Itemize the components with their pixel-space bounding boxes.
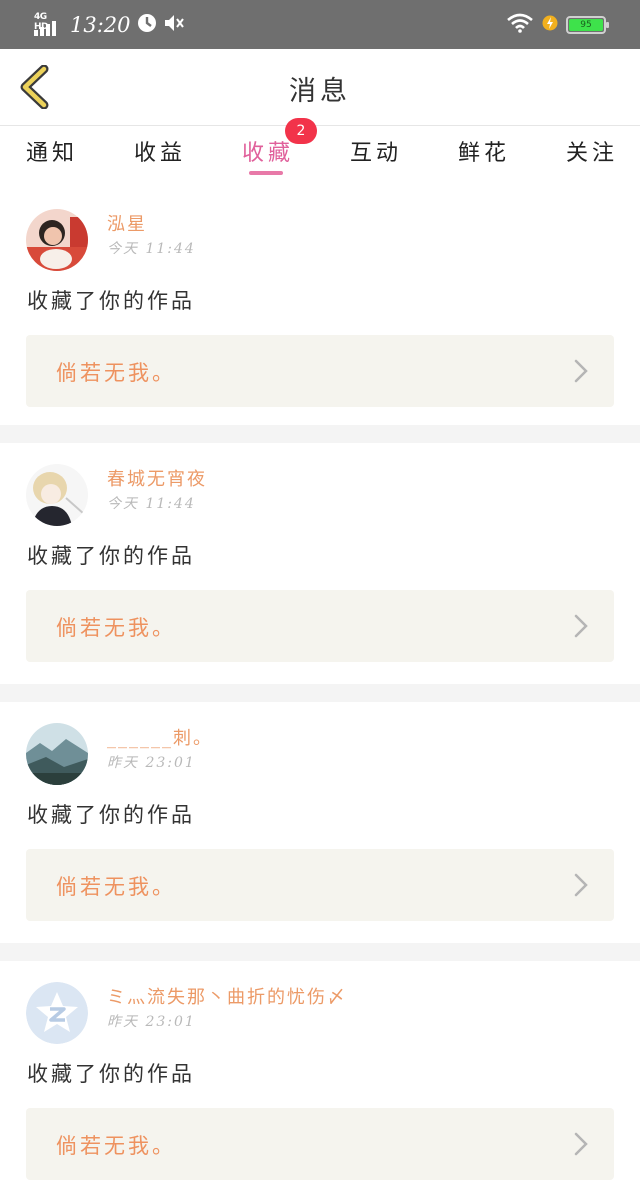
user-name[interactable]: 泓星 [107,210,147,236]
message-text: 收藏了你的作品 [27,289,195,313]
signal-icon: 4G HD [34,12,62,36]
message-item: 春城无宵夜 今天 11:44 收藏了你的作品 倘若无我。 [0,443,640,684]
avatar[interactable] [26,209,88,271]
tab-notifications[interactable]: 通知 [26,135,78,167]
clock: 13:20 [70,12,131,37]
divider [0,943,640,961]
avatar[interactable] [26,723,88,785]
work-title: 倘若无我。 [56,616,176,640]
message-text: 收藏了你的作品 [27,544,195,568]
message-item: ______刺。 昨天 23:01 收藏了你的作品 倘若无我。 [0,702,640,943]
battery-level: 95 [569,18,603,31]
tab-bar: 通知 收益 收藏 互动 鲜花 关注 [0,127,640,179]
work-title: 倘若无我。 [56,1134,176,1158]
work-title: 倘若无我。 [56,875,176,899]
mute-icon [163,13,185,37]
tab-favorites[interactable]: 收藏 [242,135,294,167]
message-text: 收藏了你的作品 [27,803,195,827]
chevron-right-icon [574,614,588,638]
chevron-right-icon [574,359,588,383]
message-time: 昨天 23:01 [107,755,196,771]
unread-badge: 2 [285,118,317,144]
work-title: 倘若无我。 [56,361,176,385]
divider [0,684,640,702]
divider [0,425,640,443]
status-bar: 4G HD 13:20 95 [0,0,640,49]
tab-interactions[interactable]: 互动 [350,135,402,167]
chevron-right-icon [574,873,588,897]
work-link[interactable]: 倘若无我。 [26,335,614,407]
nav-bar: 消息 [0,49,640,126]
active-tab-indicator [249,171,283,175]
tab-flowers[interactable]: 鲜花 [458,135,510,167]
message-item: 泓星 今天 11:44 收藏了你的作品 倘若无我。 [0,188,640,429]
message-text: 收藏了你的作品 [27,1062,195,1086]
user-name[interactable]: 春城无宵夜 [107,465,207,491]
work-link[interactable]: 倘若无我。 [26,1108,614,1180]
message-time: 今天 11:44 [107,496,196,512]
user-name[interactable]: ミ灬流失那丶曲折的忧伤〆 [107,983,347,1009]
battery-icon: 95 [566,15,609,34]
alarm-icon [137,13,157,37]
message-time: 昨天 23:01 [107,1014,196,1030]
avatar[interactable] [26,464,88,526]
tab-follows[interactable]: 关注 [566,135,618,167]
wifi-icon [506,13,534,37]
message-item: ミ灬流失那丶曲折的忧伤〆 昨天 23:01 收藏了你的作品 倘若无我。 [0,961,640,1199]
page-title: 消息 [289,76,351,107]
user-name[interactable]: ______刺。 [107,724,213,750]
work-link[interactable]: 倘若无我。 [26,590,614,662]
work-link[interactable]: 倘若无我。 [26,849,614,921]
message-time: 今天 11:44 [107,241,196,257]
charging-icon [542,14,558,36]
avatar[interactable] [26,982,88,1044]
tab-earnings[interactable]: 收益 [134,135,186,167]
chevron-right-icon [574,1132,588,1156]
